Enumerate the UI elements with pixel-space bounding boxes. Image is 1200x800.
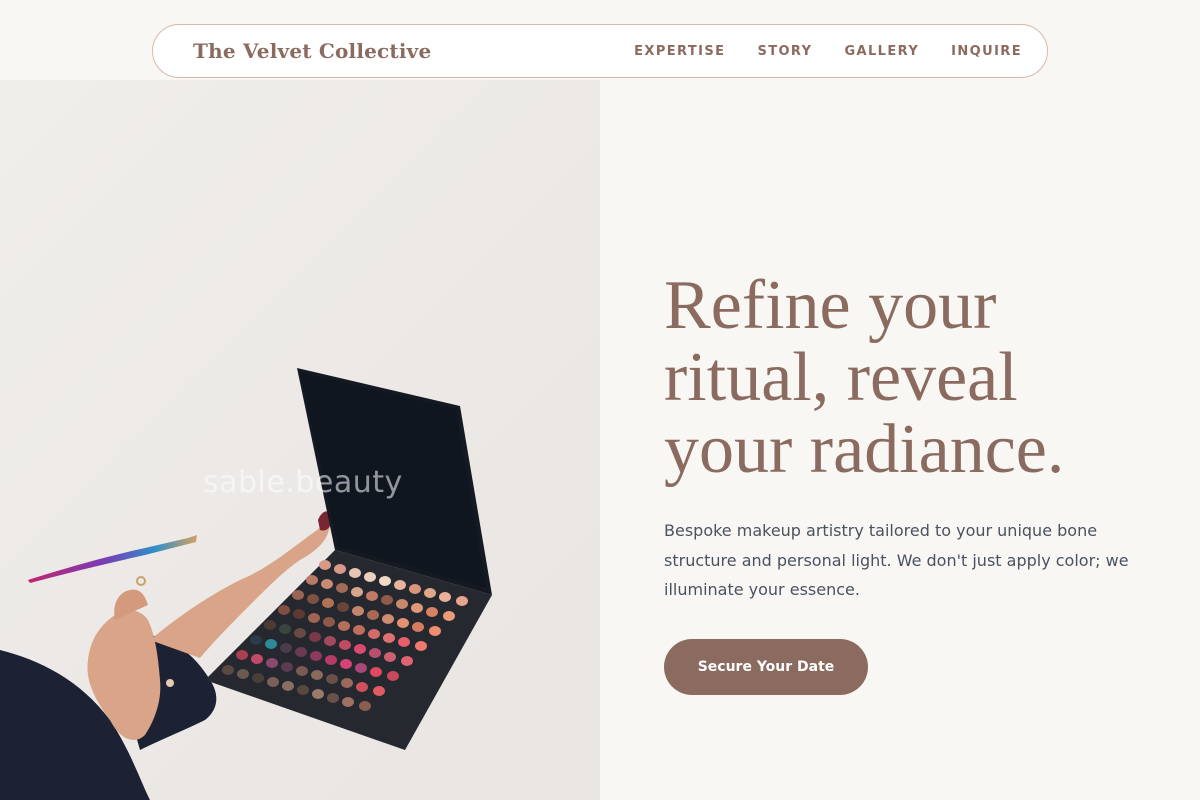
headline-line-1: Refine your [664, 267, 997, 344]
nav-links: EXPERTISE STORY GALLERY INQUIRE [634, 44, 1022, 59]
nav-link-story[interactable]: STORY [757, 44, 812, 59]
hero-image: sable.beauty [0, 80, 600, 800]
nav-link-expertise[interactable]: EXPERTISE [634, 44, 725, 59]
image-watermark: sable.beauty [203, 465, 403, 500]
hero-headline: Refine your ritual, reveal your radiance… [664, 270, 1144, 486]
secure-your-date-button[interactable]: Secure Your Date [664, 638, 868, 695]
nav-link-gallery[interactable]: GALLERY [844, 44, 919, 59]
headline-line-2: ritual, reveal [664, 339, 1018, 416]
hero-content: Refine your ritual, reveal your radiance… [664, 270, 1144, 695]
makeup-brush [28, 535, 197, 583]
hero-description: Bespoke makeup artistry tailored to your… [664, 521, 1129, 599]
makeup-palette-illustration [0, 368, 492, 800]
brand-logo[interactable]: The Velvet Collective [193, 39, 431, 63]
nav-link-inquire[interactable]: INQUIRE [951, 44, 1022, 59]
top-navigation: The Velvet Collective EXPERTISE STORY GA… [152, 24, 1048, 78]
headline-line-3: your radiance. [664, 411, 1065, 488]
